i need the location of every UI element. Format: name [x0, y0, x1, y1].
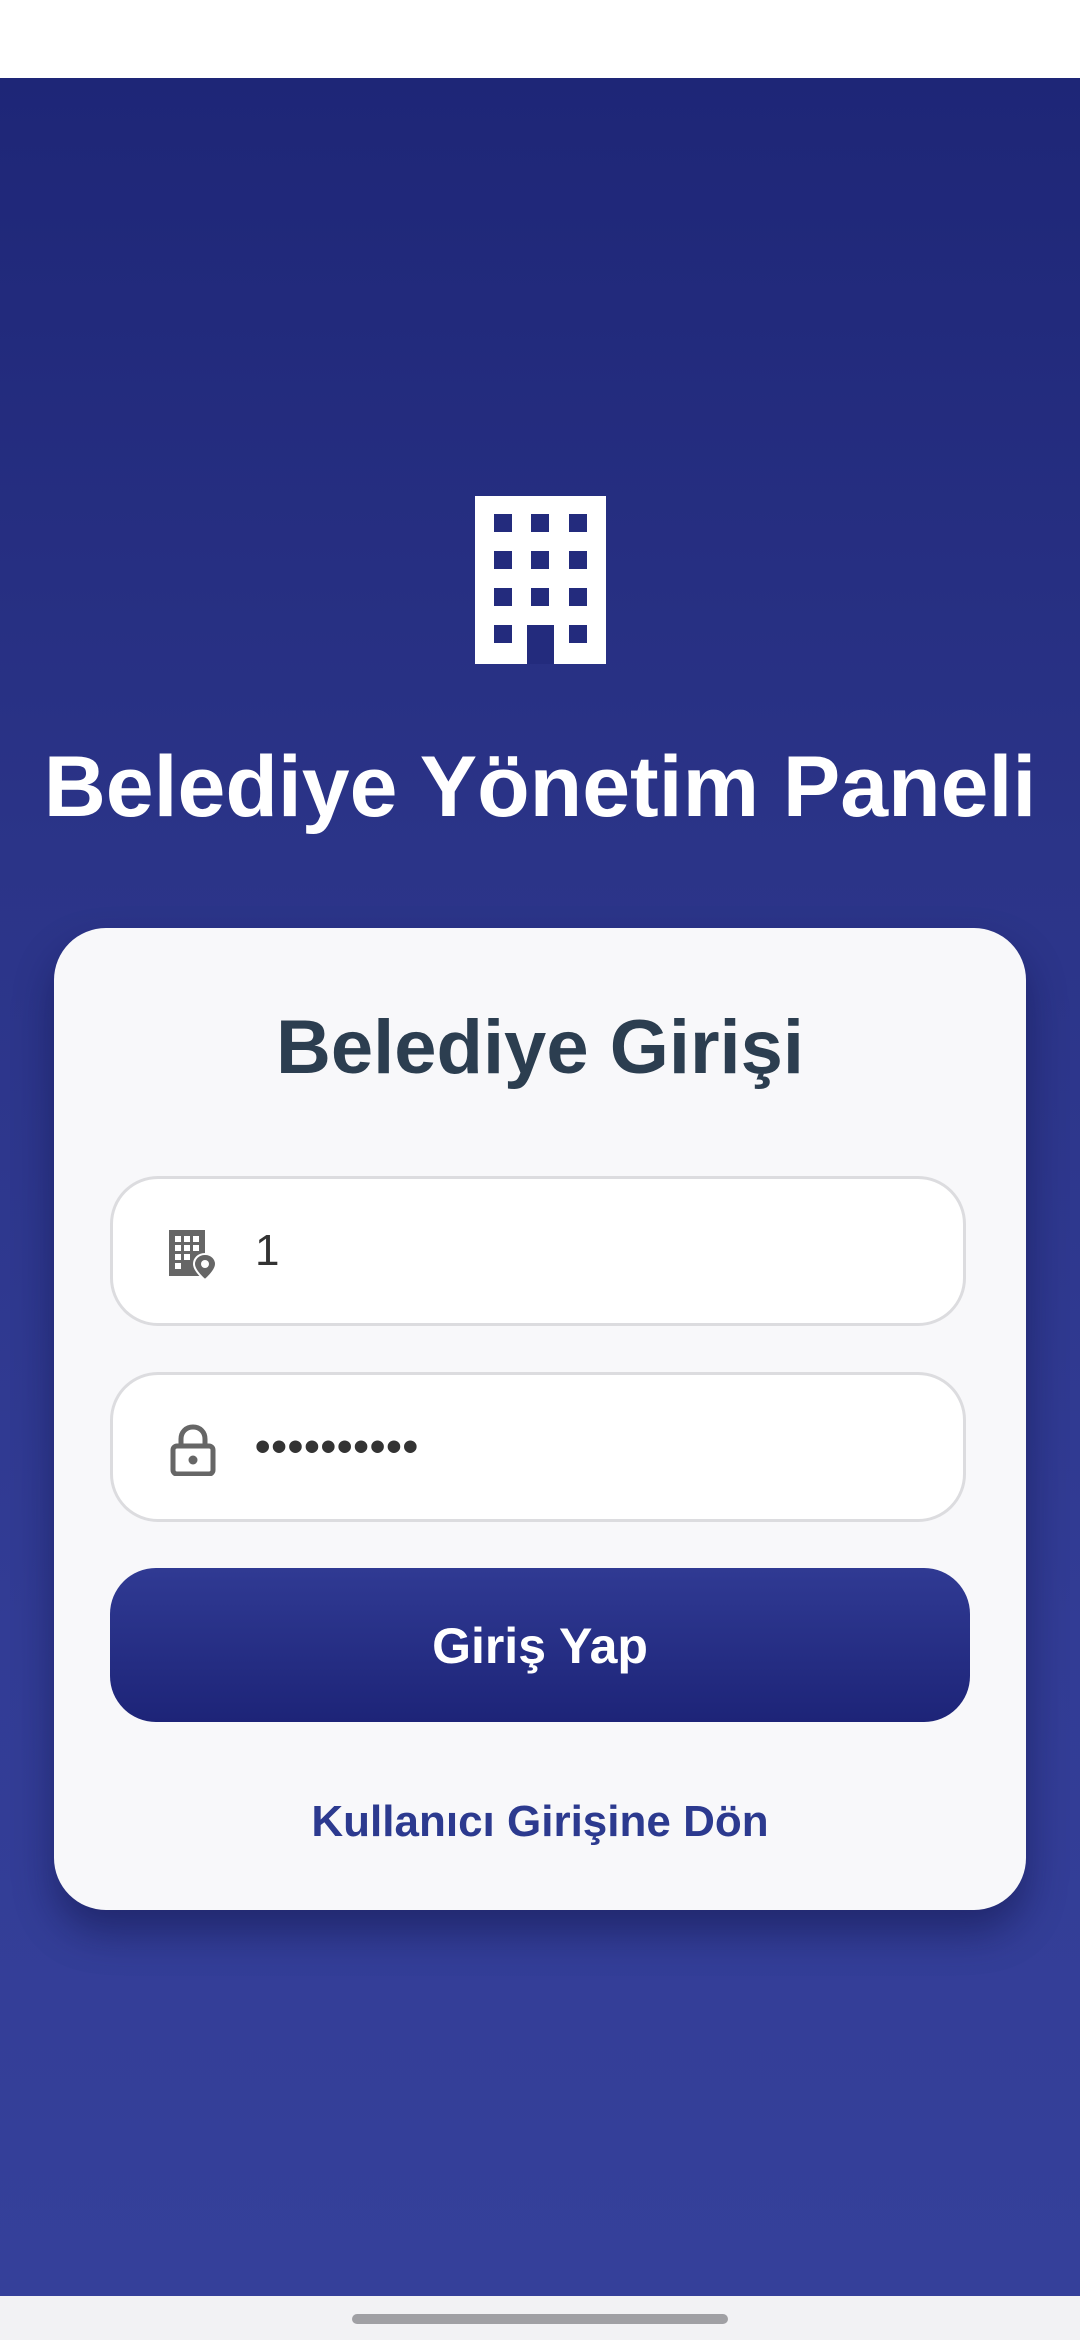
back-to-user-login-link[interactable]: Kullanıcı Girişine Dön: [54, 1792, 1026, 1852]
login-button[interactable]: Giriş Yap: [110, 1568, 970, 1722]
login-card: Belediye Girişi •••••••••• Giriş Yap Kul…: [54, 928, 1026, 1910]
password-input[interactable]: ••••••••••: [255, 1375, 935, 1519]
lock-icon: [170, 1424, 216, 1476]
location-city-icon: [169, 1230, 218, 1280]
municipality-input[interactable]: [255, 1179, 935, 1323]
app-title: Belediye Yönetim Paneli: [43, 739, 1037, 835]
login-card-title: Belediye Girişi: [275, 1005, 805, 1090]
building-icon: [475, 496, 606, 664]
home-indicator[interactable]: [352, 2314, 728, 2324]
status-bar: [0, 0, 1080, 78]
municipality-field[interactable]: [110, 1176, 966, 1326]
password-field[interactable]: ••••••••••: [110, 1372, 966, 1522]
